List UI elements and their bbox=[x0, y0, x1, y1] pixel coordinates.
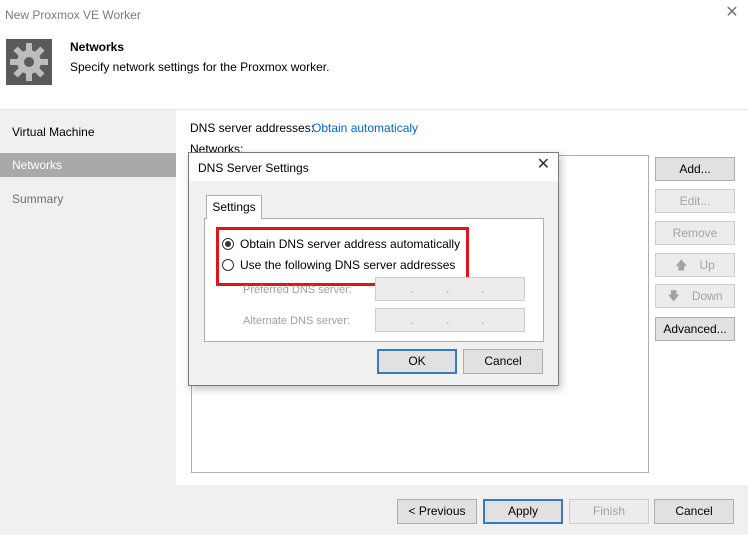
alternate-dns-label: Alternate DNS server: bbox=[243, 315, 350, 327]
radio-button-manual[interactable] bbox=[222, 259, 234, 271]
page-title: Networks bbox=[70, 40, 125, 54]
radio-auto-label: Obtain DNS server address automatically bbox=[240, 237, 461, 251]
tab-settings[interactable]: Settings bbox=[206, 195, 262, 219]
dialog-close-icon[interactable]: ✕ bbox=[537, 157, 550, 173]
up-label: Up bbox=[699, 258, 715, 272]
edit-button[interactable]: Edit... bbox=[655, 189, 735, 213]
gear-icon bbox=[6, 39, 52, 85]
cancel-button[interactable]: Cancel bbox=[654, 499, 734, 524]
preferred-dns-input[interactable]: ... bbox=[375, 277, 525, 301]
window-titlebar: New Proxmox VE Worker ✕ bbox=[0, 0, 748, 32]
step-summary[interactable]: Summary bbox=[0, 187, 176, 211]
apply-button[interactable]: Apply bbox=[483, 499, 563, 524]
dns-settings-dialog: DNS Server Settings ✕ Settings Obtain DN… bbox=[188, 152, 559, 386]
down-button[interactable]: 🡇 Down bbox=[655, 284, 735, 308]
add-button[interactable]: Add... bbox=[655, 157, 735, 181]
arrow-up-icon: 🡅 bbox=[675, 258, 688, 272]
dialog-cancel-button[interactable]: Cancel bbox=[463, 349, 543, 374]
step-virtual-machine[interactable]: Virtual Machine bbox=[0, 120, 176, 144]
dns-server-label: DNS server addresses: bbox=[190, 121, 315, 135]
radio-manual-label: Use the following DNS server addresses bbox=[240, 258, 456, 272]
preferred-dns-label: Preferred DNS server: bbox=[243, 284, 352, 296]
advanced-button[interactable]: Advanced... bbox=[655, 317, 735, 341]
ok-button[interactable]: OK bbox=[377, 349, 457, 374]
finish-button[interactable]: Finish bbox=[569, 499, 649, 524]
page-subtitle: Specify network settings for the Proxmox… bbox=[70, 60, 330, 74]
wizard-header: Networks Specify network settings for th… bbox=[0, 32, 748, 110]
remove-button[interactable]: Remove bbox=[655, 221, 735, 245]
window-title: New Proxmox VE Worker bbox=[5, 8, 141, 22]
radio-button-auto[interactable] bbox=[222, 238, 234, 250]
down-label: Down bbox=[691, 289, 723, 303]
dialog-title: DNS Server Settings bbox=[198, 161, 309, 175]
wizard-steps: Virtual Machine Networks Summary bbox=[0, 110, 176, 485]
step-networks[interactable]: Networks bbox=[0, 153, 176, 177]
alternate-dns-input[interactable]: ... bbox=[375, 308, 525, 332]
arrow-down-icon: 🡇 bbox=[667, 289, 680, 303]
previous-button[interactable]: < Previous bbox=[397, 499, 477, 524]
close-icon[interactable]: ✕ bbox=[724, 5, 740, 21]
dns-obtain-link[interactable]: Obtain automaticaly bbox=[312, 121, 418, 135]
settings-panel: Obtain DNS server address automatically … bbox=[204, 218, 544, 342]
up-button[interactable]: 🡅 Up bbox=[655, 253, 735, 277]
wizard-footer: < Previous Apply Finish Cancel bbox=[0, 485, 748, 535]
dialog-titlebar: DNS Server Settings ✕ bbox=[189, 153, 558, 181]
